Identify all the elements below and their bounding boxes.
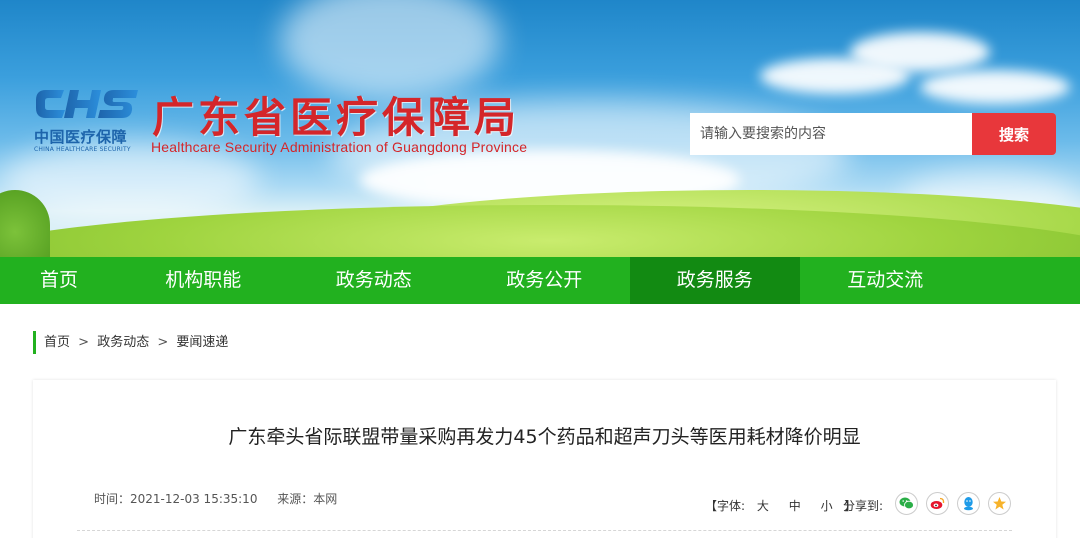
- article-panel: 广东牵头省际联盟带量采购再发力45个药品和超声刀头等医用耗材降价明显 时间：20…: [33, 380, 1056, 538]
- article-meta: 时间：2021-12-03 15:35:10 来源：本网: [94, 490, 337, 507]
- header-banner: 中国医疗保障 CHINA HEALTHCARE SECURITY 广东省医疗保障…: [0, 0, 1080, 257]
- main-nav: 首页 机构职能 政务动态 政务公开 政务服务 互动交流: [0, 257, 1080, 304]
- breadcrumb-headlines[interactable]: 要闻速递: [176, 335, 228, 350]
- breadcrumb-separator: >: [78, 335, 90, 350]
- chs-logo[interactable]: 中国医疗保障 CHINA HEALTHCARE SECURITY: [34, 86, 144, 158]
- nav-item-disclosure[interactable]: 政务公开: [459, 257, 630, 304]
- breadcrumb-separator: >: [157, 335, 169, 350]
- font-size-medium[interactable]: 中: [789, 499, 801, 513]
- breadcrumb: 首页 > 政务动态 > 要闻速递: [33, 331, 228, 354]
- breadcrumb-news[interactable]: 政务动态: [97, 335, 149, 350]
- share-icons: [895, 492, 1011, 515]
- qzone-icon[interactable]: [988, 492, 1011, 515]
- logo-english-text: CHINA HEALTHCARE SECURITY: [34, 146, 131, 153]
- font-size-large[interactable]: 大: [757, 499, 769, 513]
- article-title: 广东牵头省际联盟带量采购再发力45个药品和超声刀头等医用耗材降价明显: [228, 426, 861, 448]
- font-size-small[interactable]: 小: [821, 499, 833, 513]
- site-subtitle: Healthcare Security Administration of Gu…: [151, 139, 528, 155]
- weibo-icon[interactable]: [926, 492, 949, 515]
- nav-item-interaction[interactable]: 互动交流: [800, 257, 971, 304]
- nav-item-functions[interactable]: 机构职能: [118, 257, 289, 304]
- share-label: 分享到:: [843, 499, 884, 513]
- site-title: 广东省医疗保障局: [152, 93, 521, 142]
- nav-item-news[interactable]: 政务动态: [289, 257, 460, 304]
- nav-item-home[interactable]: 首页: [0, 257, 118, 304]
- nav-item-services[interactable]: 政务服务: [629, 257, 800, 304]
- font-size-open: 【字体:: [705, 499, 746, 513]
- publish-time: 时间：2021-12-03 15:35:10: [94, 492, 258, 506]
- chs-logo-mark: [36, 90, 138, 118]
- search-bar: 搜索: [690, 113, 1056, 155]
- meta-divider: [77, 530, 1012, 531]
- font-size-control: 【字体: 大 中 小 】: [705, 497, 856, 514]
- breadcrumb-home[interactable]: 首页: [44, 335, 70, 350]
- wechat-icon[interactable]: [895, 492, 918, 515]
- logo-chinese-text: 中国医疗保障: [34, 128, 128, 146]
- search-button[interactable]: 搜索: [972, 113, 1056, 155]
- article-source: 来源：本网: [277, 492, 338, 506]
- search-input[interactable]: [690, 113, 972, 155]
- qq-icon[interactable]: [957, 492, 980, 515]
